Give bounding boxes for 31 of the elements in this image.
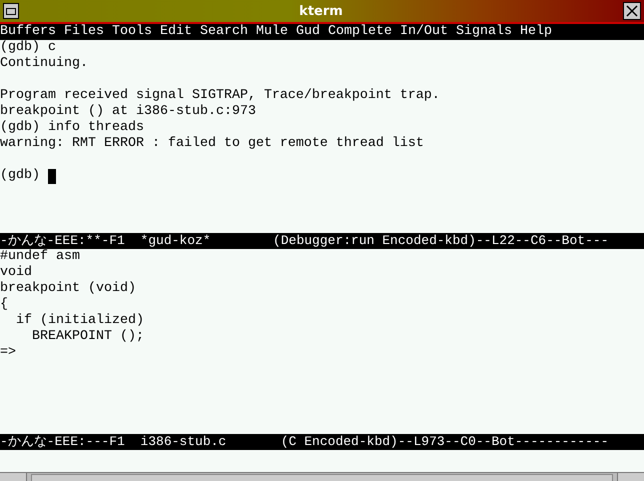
code-line: Continuing. <box>0 56 88 72</box>
code-line: (gdb) <box>0 168 41 184</box>
code-line: #undef asm <box>0 249 80 265</box>
code-line: Program received signal SIGTRAP, Trace/breakpoint trap. <box>0 88 440 104</box>
menu-item[interactable]: Search <box>200 24 248 40</box>
code-line: void <box>0 265 32 281</box>
code-line: { <box>0 297 8 313</box>
code-line: warning: RMT ERROR : failed to get remote thread list <box>0 136 424 152</box>
menu-item[interactable]: Mule <box>256 24 288 40</box>
window-title: kterm <box>298 4 344 18</box>
scroll-right-button[interactable] <box>617 473 644 481</box>
menu-item[interactable]: Signals <box>456 24 512 40</box>
menu-item[interactable]: Help <box>520 24 552 40</box>
code-line: breakpoint () at i386-stub.c:973 <box>0 104 256 120</box>
menu-item[interactable]: Tools <box>112 24 152 40</box>
menu-item[interactable]: Buffers <box>0 24 56 40</box>
menu-item[interactable]: Edit <box>160 24 192 40</box>
code-line: breakpoint (void) <box>0 281 136 297</box>
code-line: => <box>0 345 16 361</box>
menu-item[interactable]: Complete <box>328 24 392 40</box>
menu-item[interactable]: Gud <box>296 24 320 40</box>
menu-item[interactable]: In/Out <box>400 24 448 40</box>
window-menu-icon[interactable] <box>3 3 19 19</box>
menu-item[interactable]: Files <box>64 24 104 40</box>
scroll-left-button[interactable] <box>0 473 27 481</box>
code-line: (gdb) c <box>0 40 56 56</box>
close-icon[interactable] <box>623 2 641 20</box>
code-line: (gdb) info threads <box>0 120 144 136</box>
code-line: BREAKPOINT (); <box>30 329 144 345</box>
code-line: if (initialized) <box>14 313 144 329</box>
scrollbar-thumb[interactable] <box>31 474 613 481</box>
